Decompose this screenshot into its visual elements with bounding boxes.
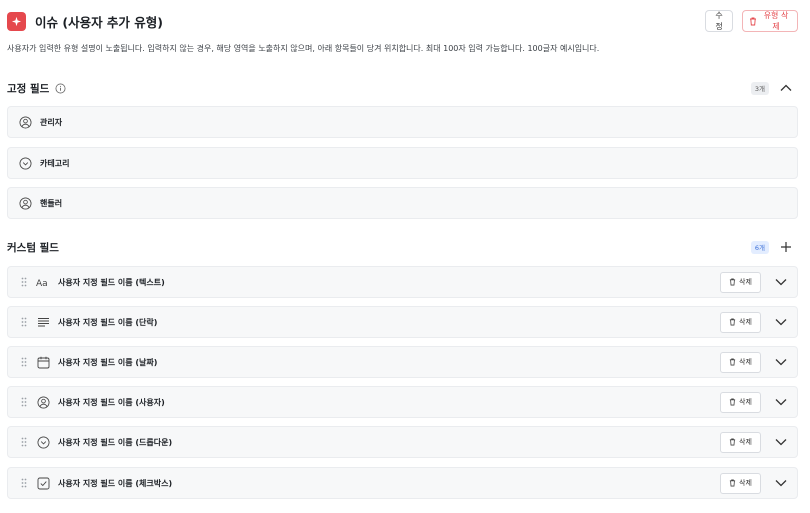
field-label: 카테고리	[40, 158, 70, 168]
calendar-icon	[36, 355, 50, 369]
text-icon: Aa	[36, 275, 50, 289]
custom-field-row: 사용자 지정 필드 이름 (드롭다운) 삭제	[7, 426, 798, 458]
delete-label: 삭제	[739, 279, 752, 286]
trash-icon	[749, 17, 757, 26]
delete-label: 삭제	[739, 359, 752, 366]
dropdown-icon	[36, 435, 50, 449]
trash-icon	[729, 398, 736, 406]
field-label: 관리자	[40, 117, 63, 127]
checkbox-icon	[36, 476, 50, 490]
field-label: 사용자 지정 필드 이름 (텍스트)	[58, 277, 165, 287]
user-icon	[18, 115, 32, 129]
drag-handle-icon[interactable]	[20, 436, 28, 448]
fixed-fields-title: 고정 필드	[7, 82, 50, 95]
delete-type-label: 유형 삭제	[763, 11, 789, 31]
expand-chevron-down-icon[interactable]	[773, 274, 789, 290]
drag-handle-icon[interactable]	[20, 477, 28, 489]
expand-chevron-down-icon[interactable]	[773, 314, 789, 330]
delete-label: 삭제	[739, 399, 752, 406]
delete-label: 삭제	[739, 319, 752, 326]
field-label: 사용자 지정 필드 이름 (드롭다운)	[58, 437, 173, 447]
custom-field-row: 사용자 지정 필드 이름 (단락) 삭제	[7, 306, 798, 338]
expand-chevron-down-icon[interactable]	[773, 434, 789, 450]
collapse-chevron-up-icon[interactable]	[778, 80, 794, 96]
delete-label: 삭제	[739, 439, 752, 446]
fixed-field-row: 관리자	[7, 106, 798, 138]
user-icon	[36, 395, 50, 409]
page-header: 이슈 (사용자 추가 유형) 수정 유형 삭제	[7, 10, 798, 32]
delete-field-button[interactable]: 삭제	[720, 311, 761, 333]
drag-handle-icon[interactable]	[20, 396, 28, 408]
trash-icon	[729, 278, 736, 286]
type-description: 사용자가 입력한 유형 설명이 노출됩니다. 입력하지 않는 경우, 해당 영역…	[7, 44, 600, 53]
expand-chevron-down-icon[interactable]	[773, 475, 789, 491]
edit-button[interactable]: 수정	[705, 10, 733, 32]
drag-handle-icon[interactable]	[20, 316, 28, 328]
fixed-field-row: 카테고리	[7, 147, 798, 179]
delete-field-button[interactable]: 삭제	[720, 391, 761, 413]
svg-text:Aa: Aa	[36, 279, 48, 288]
field-label: 사용자 지정 필드 이름 (단락)	[58, 317, 158, 327]
delete-field-button[interactable]: 삭제	[720, 431, 761, 453]
delete-field-button[interactable]: 삭제	[720, 271, 761, 293]
page-title: 이슈 (사용자 추가 유형)	[35, 14, 163, 30]
trash-icon	[729, 438, 736, 446]
custom-field-row: 사용자 지정 필드 이름 (체크박스) 삭제	[7, 467, 798, 499]
field-label: 사용자 지정 필드 이름 (체크박스)	[58, 478, 173, 488]
delete-field-button[interactable]: 삭제	[720, 351, 761, 373]
fixed-fields-header: 고정 필드 3개	[7, 78, 798, 98]
field-label: 사용자 지정 필드 이름 (사용자)	[58, 397, 165, 407]
fixed-fields-count: 3개	[750, 81, 769, 95]
fixed-field-row: 핸들러	[7, 187, 798, 219]
trash-icon	[729, 358, 736, 366]
delete-field-button[interactable]: 삭제	[720, 472, 761, 494]
paragraph-icon	[36, 315, 50, 329]
custom-field-row: 사용자 지정 필드 이름 (날짜) 삭제	[7, 346, 798, 378]
field-label: 핸들러	[40, 198, 63, 208]
user-icon	[18, 196, 32, 210]
dropdown-icon	[18, 156, 32, 170]
trash-icon	[729, 479, 736, 487]
expand-chevron-down-icon[interactable]	[773, 394, 789, 410]
field-label: 사용자 지정 필드 이름 (날짜)	[58, 357, 158, 367]
trash-icon	[729, 318, 736, 326]
delete-type-button[interactable]: 유형 삭제	[742, 10, 798, 32]
custom-fields-header: 커스텀 필드 6개	[7, 237, 798, 257]
custom-fields-title: 커스텀 필드	[7, 241, 59, 254]
add-field-plus-icon[interactable]	[778, 239, 794, 255]
info-icon[interactable]	[55, 83, 66, 94]
custom-fields-count: 6개	[750, 240, 769, 254]
custom-field-row: 사용자 지정 필드 이름 (사용자) 삭제	[7, 386, 798, 418]
drag-handle-icon[interactable]	[20, 356, 28, 368]
drag-handle-icon[interactable]	[20, 276, 28, 288]
delete-label: 삭제	[739, 480, 752, 487]
expand-chevron-down-icon[interactable]	[773, 354, 789, 370]
custom-field-row: Aa 사용자 지정 필드 이름 (텍스트) 삭제	[7, 266, 798, 298]
sparkle-icon	[7, 11, 26, 31]
